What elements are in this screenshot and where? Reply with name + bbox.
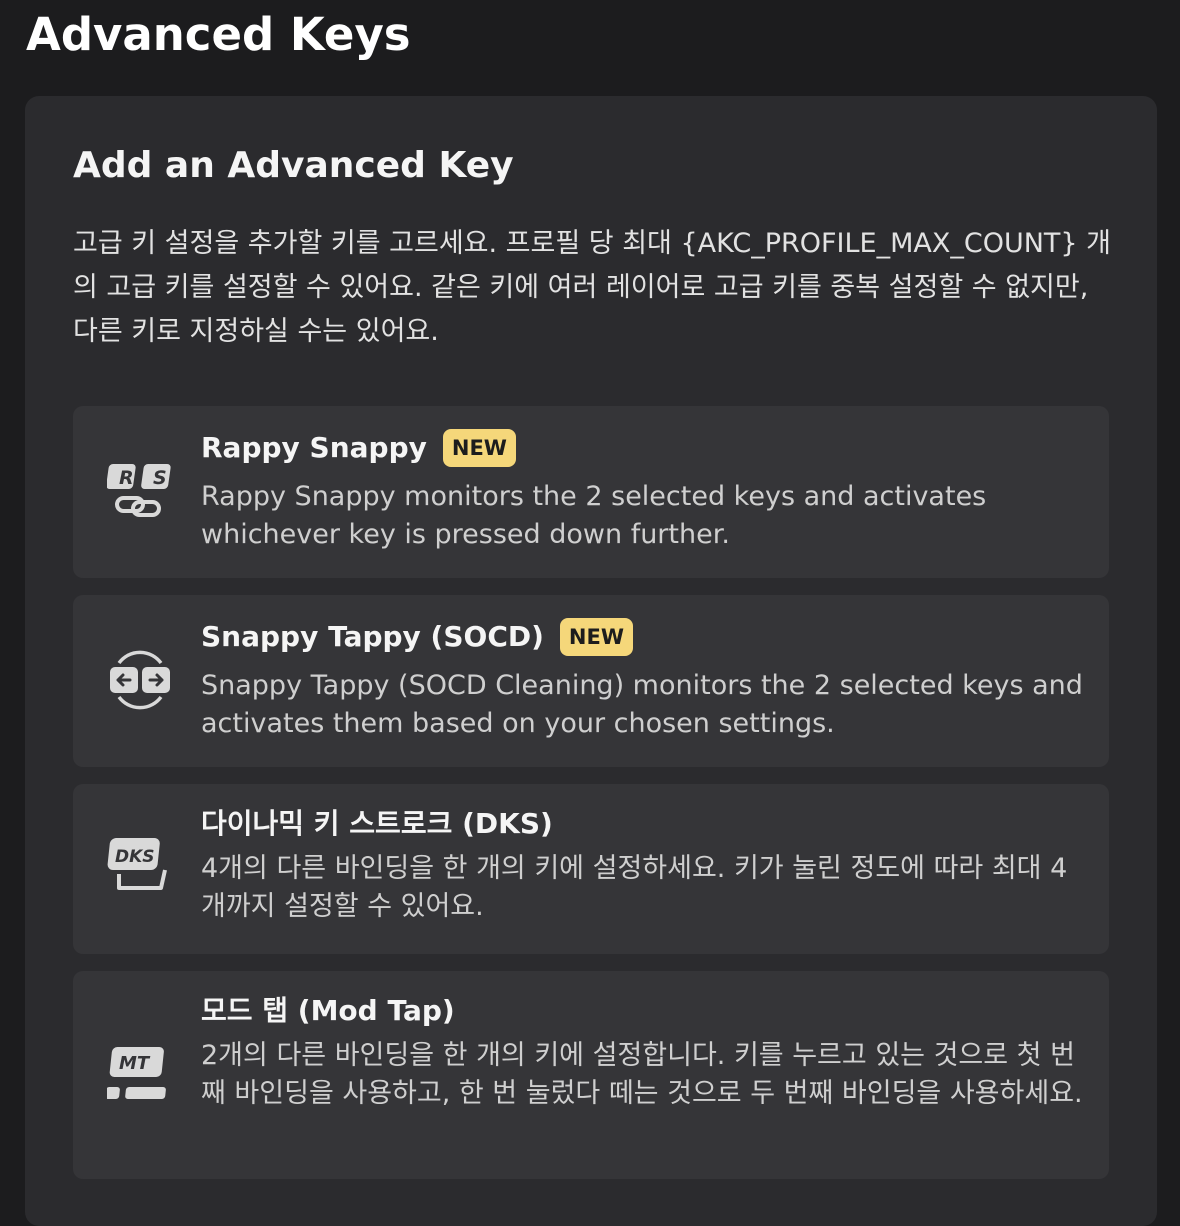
mod-tap-icon-label: MT <box>119 1053 151 1074</box>
add-advanced-key-panel: Add an Advanced Key 고급 키 설정을 추가할 키를 고르세요… <box>25 96 1157 1226</box>
rappy-snappy-description: Rappy Snappy monitors the 2 selected key… <box>201 481 987 550</box>
new-badge: NEW <box>559 618 633 656</box>
snappy-tappy-icon <box>110 650 170 710</box>
rappy-snappy-icon-letter-s: S <box>153 467 167 489</box>
rappy-snappy-title-row: Rappy Snappy NEW <box>201 428 516 468</box>
rappy-snappy-title: Rappy Snappy <box>201 431 427 464</box>
dks-description: 4개의 다른 바인딩을 한 개의 키에 설정하세요. 키가 눌린 정도에 따라 … <box>201 853 1068 922</box>
mod-tap-card[interactable]: MT 모드 탭 (Mod Tap) 2개의 다른 바인딩을 한 개의 키에 설정… <box>73 971 1109 1179</box>
rappy-snappy-icon: R S <box>107 464 171 517</box>
dks-icon-label: DKS <box>115 847 155 867</box>
panel-title: Add an Advanced Key <box>73 145 514 186</box>
dks-title: 다이나믹 키 스트로크 (DKS) <box>201 807 553 840</box>
mod-tap-title-row: 모드 탭 (Mod Tap) <box>201 991 455 1031</box>
snappy-tappy-title: Snappy Tappy (SOCD) <box>201 620 544 653</box>
panel-description: 고급 키 설정을 추가할 키를 고르세요. 프로필 당 최대 {AKC_PROF… <box>73 228 1112 347</box>
dks-card[interactable]: DKS 다이나믹 키 스트로크 (DKS) 4개의 다른 바인딩을 한 개의 키… <box>73 784 1109 954</box>
rappy-snappy-card[interactable]: R S Rappy Snappy NEW Rappy Snappy monito… <box>73 406 1109 578</box>
mod-tap-description: 2개의 다른 바인딩을 한 개의 키에 설정합니다. 키를 누르고 있는 것으로… <box>201 1040 1083 1109</box>
new-badge: NEW <box>442 429 516 467</box>
dks-icon: DKS <box>107 838 167 890</box>
snappy-tappy-title-row: Snappy Tappy (SOCD) NEW <box>201 617 633 657</box>
mod-tap-icon: MT <box>107 1047 166 1099</box>
page-title: Advanced Keys <box>26 8 411 61</box>
mod-tap-title: 모드 탭 (Mod Tap) <box>201 994 455 1027</box>
rappy-snappy-icon-letter-r: R <box>119 467 134 489</box>
dks-title-row: 다이나믹 키 스트로크 (DKS) <box>201 804 553 844</box>
snappy-tappy-description: Snappy Tappy (SOCD Cleaning) monitors th… <box>201 670 1083 739</box>
snappy-tappy-card[interactable]: Snappy Tappy (SOCD) NEW Snappy Tappy (SO… <box>73 595 1109 767</box>
